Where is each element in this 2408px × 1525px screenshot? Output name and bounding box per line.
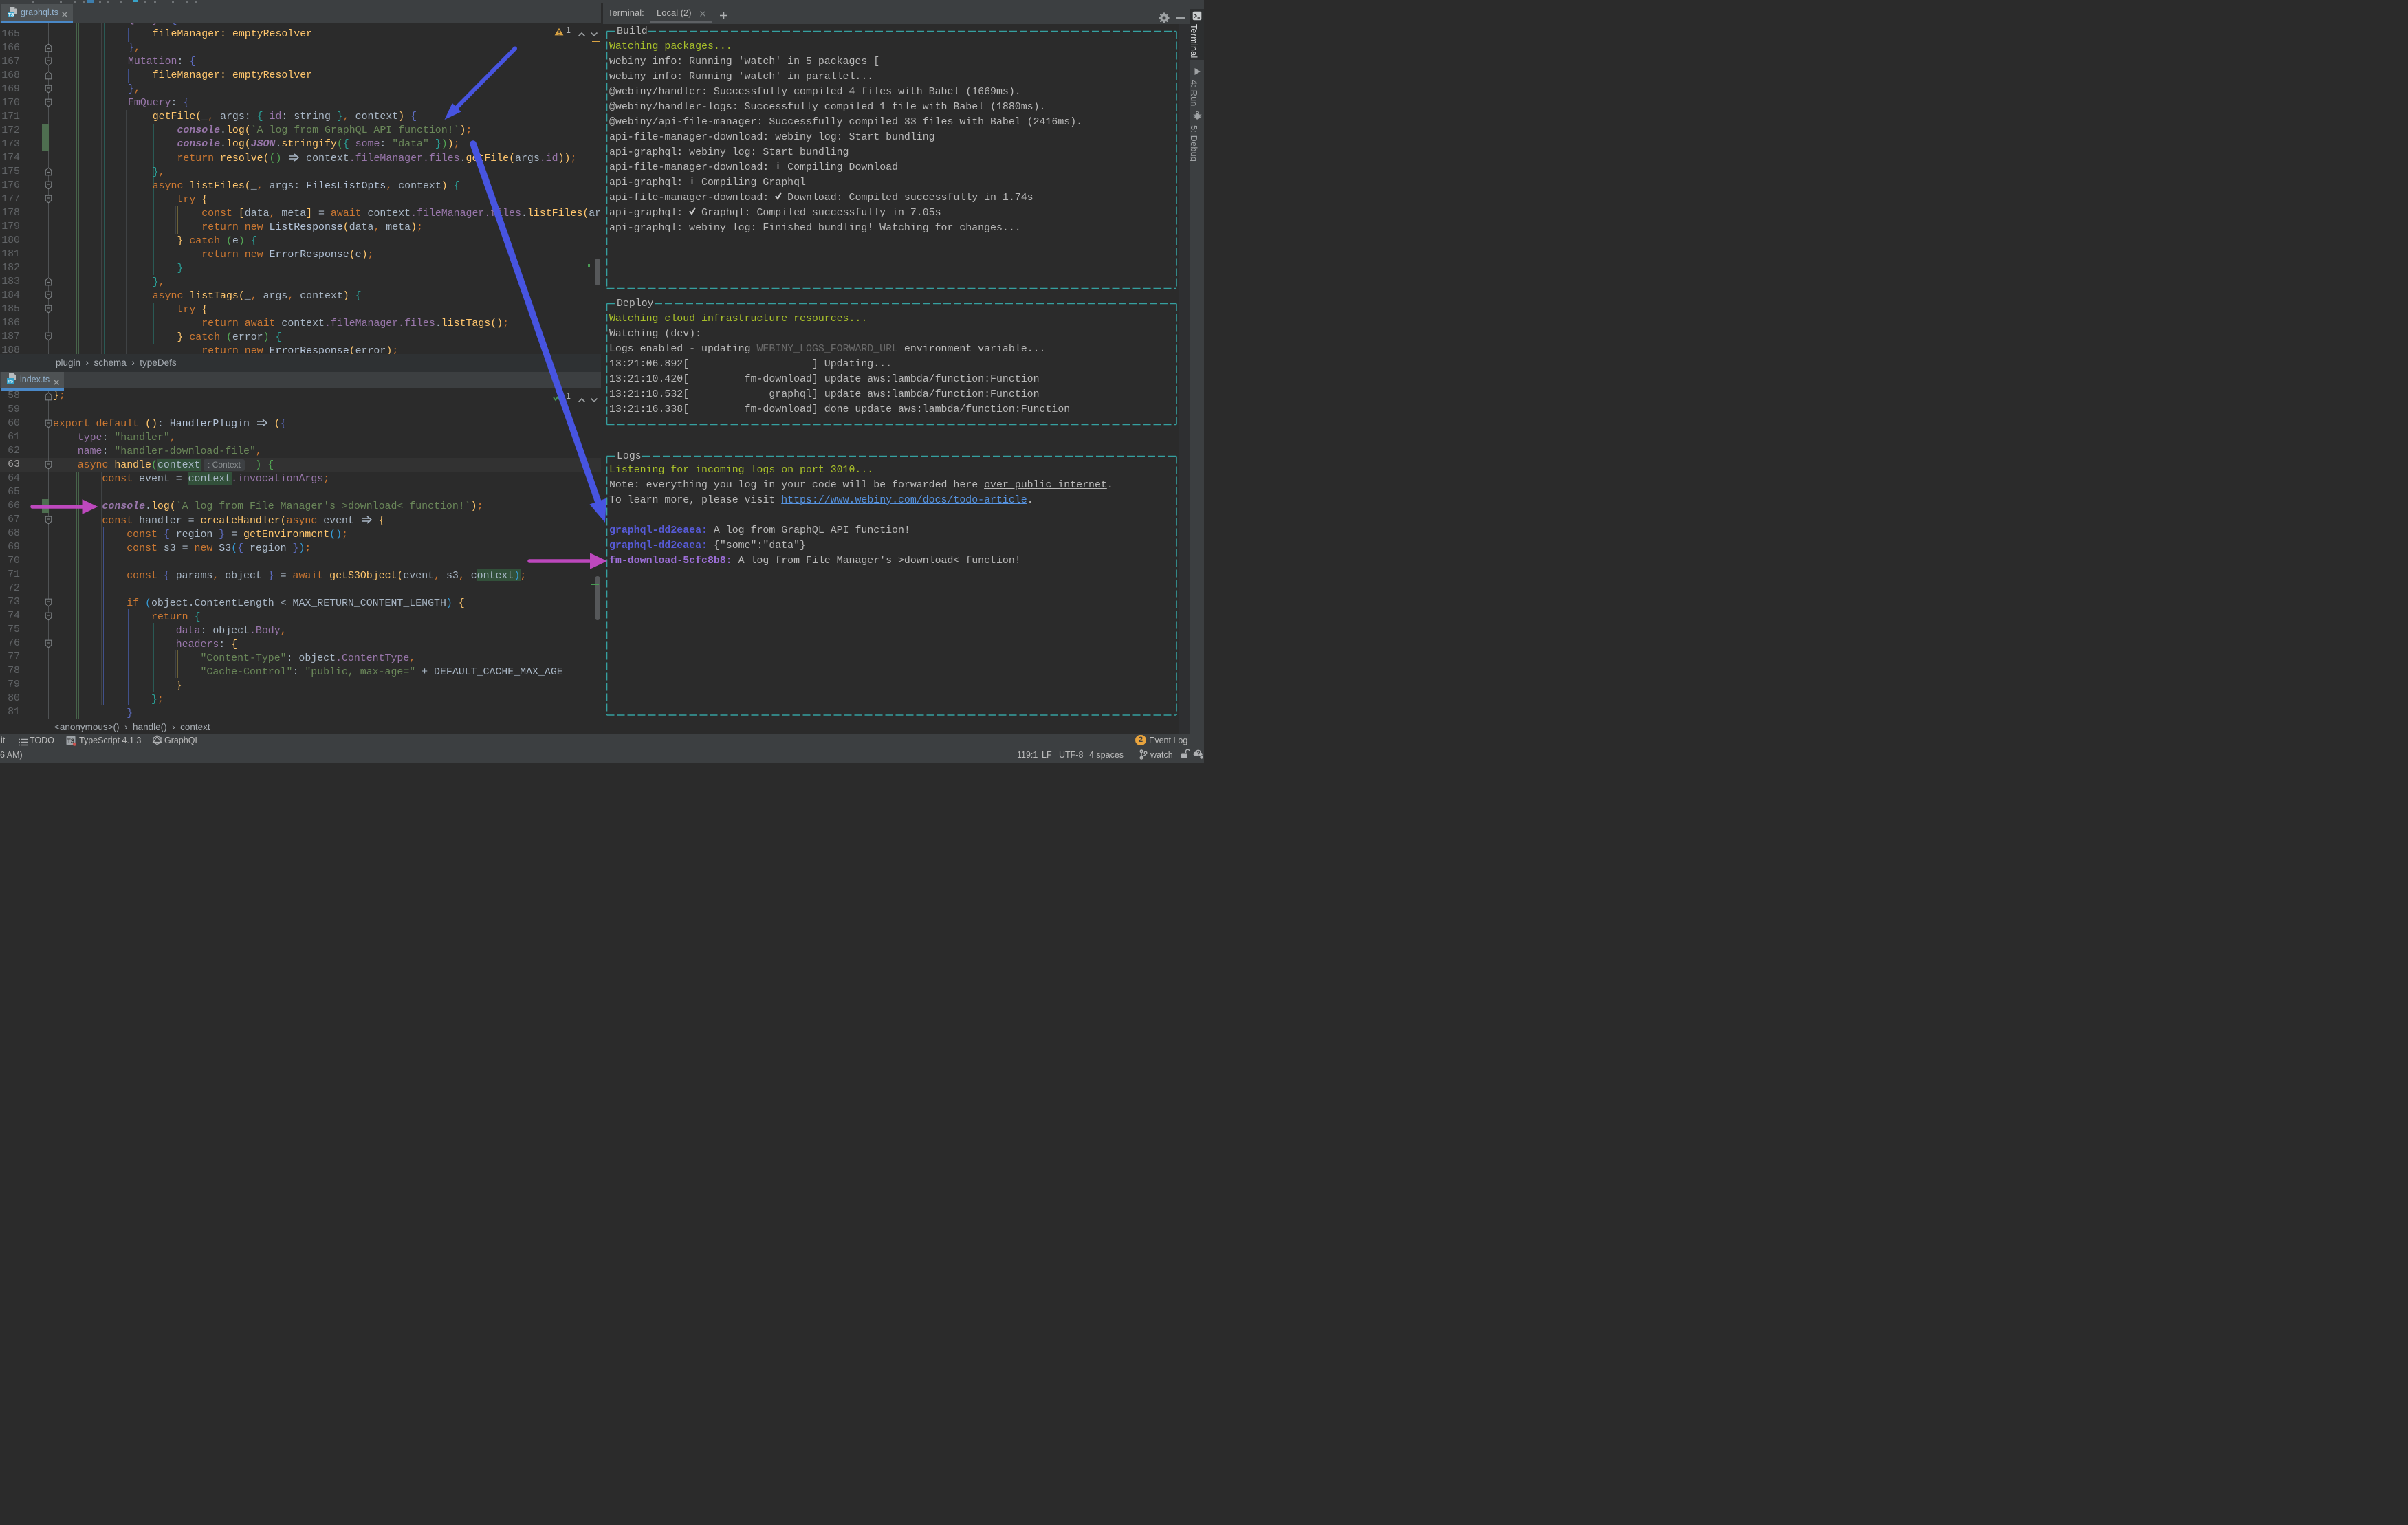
svg-text:TS: TS <box>8 13 14 18</box>
svg-text:TS: TS <box>8 380 14 384</box>
svg-text:?: ? <box>1196 750 1200 757</box>
